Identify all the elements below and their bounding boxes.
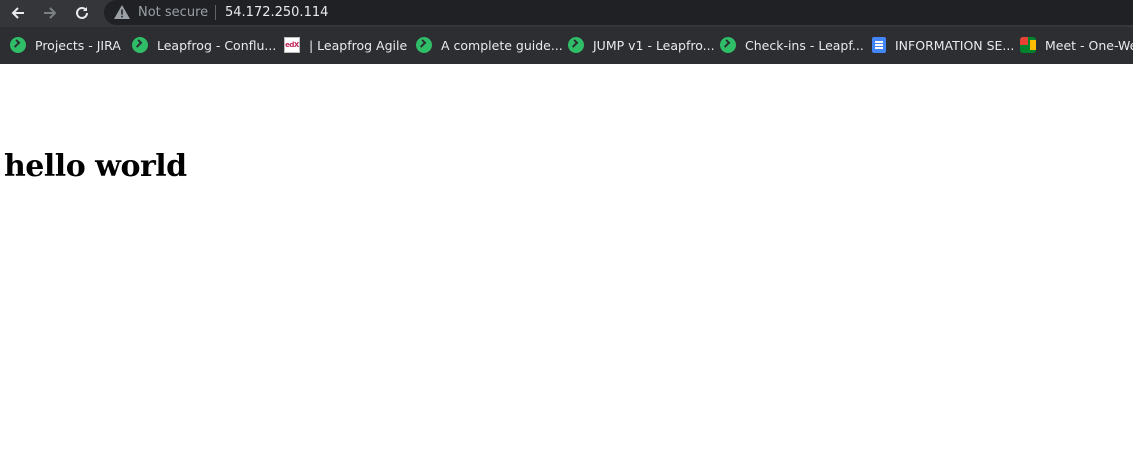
browser-toolbar: Not secure 54.172.250.114 — [0, 0, 1133, 26]
address-bar[interactable]: Not secure 54.172.250.114 — [104, 0, 1133, 25]
reload-icon — [76, 6, 88, 19]
bookmark-label: | Leapfrog Agile — [309, 37, 408, 53]
google-docs-icon — [872, 37, 886, 53]
security-status-label[interactable]: Not secure — [138, 5, 208, 20]
bookmark-label: Check-ins - Leapf... — [745, 37, 864, 53]
reload-button[interactable] — [68, 0, 96, 26]
back-arrow-icon — [11, 7, 24, 19]
leapfrog-icon — [720, 37, 736, 53]
bookmark-label: Projects - JIRA — [35, 37, 121, 53]
forward-button[interactable] — [36, 0, 64, 26]
leapfrog-icon — [132, 37, 148, 53]
back-button[interactable] — [4, 0, 32, 26]
bookmark-leapfrog-confluence[interactable]: Leapfrog - Conflu... — [132, 36, 276, 54]
page-heading: hello world — [4, 149, 187, 184]
leapfrog-icon — [10, 37, 26, 53]
leapfrog-icon — [568, 37, 584, 53]
bookmark-leapfrog-agile[interactable]: edX | Leapfrog Agile — [284, 36, 407, 54]
forward-arrow-icon — [44, 7, 57, 19]
url-text[interactable]: 54.172.250.114 — [225, 5, 328, 20]
address-divider — [215, 5, 216, 20]
bookmark-label: INFORMATION SE... — [895, 37, 1015, 53]
bookmark-check-ins[interactable]: Check-ins - Leapf... — [720, 36, 864, 54]
bookmark-meet-one-week[interactable]: Meet - One-Wee — [1020, 36, 1133, 54]
leapfrog-icon — [416, 37, 432, 53]
bookmark-information-security[interactable]: INFORMATION SE... — [872, 36, 1014, 54]
bookmark-label: Meet - One-Wee — [1045, 37, 1133, 53]
bookmark-projects-jira[interactable]: Projects - JIRA — [10, 36, 121, 54]
bookmark-label: JUMP v1 - Leapfro... — [593, 37, 715, 53]
bookmarks-bar: Projects - JIRA Leapfrog - Conflu... edX… — [0, 27, 1133, 64]
warning-icon[interactable] — [114, 5, 130, 19]
bookmark-label: Leapfrog - Conflu... — [157, 37, 277, 53]
edx-icon: edX — [284, 37, 300, 53]
google-meet-icon — [1020, 37, 1036, 53]
bookmark-jump-v1[interactable]: JUMP v1 - Leapfro... — [568, 36, 715, 54]
bookmark-label: A complete guide... — [441, 37, 563, 53]
bookmark-complete-guide[interactable]: A complete guide... — [416, 36, 563, 54]
browser-chrome: Not secure 54.172.250.114 Projects - JIR… — [0, 0, 1133, 64]
